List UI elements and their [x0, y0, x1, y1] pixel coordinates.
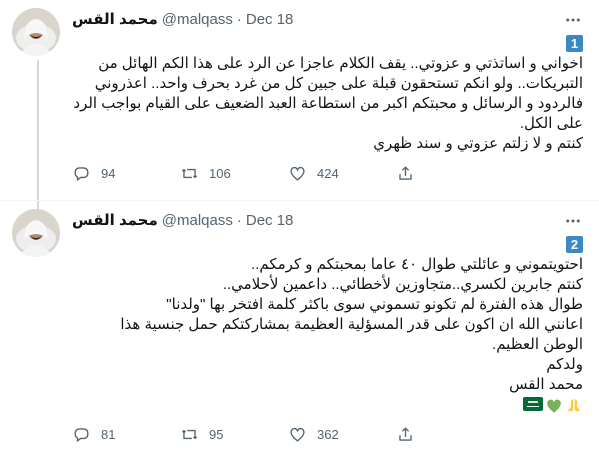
like-button[interactable]: 424 [288, 164, 396, 183]
tweet-line: اعانني الله ان اكون على قدر المسؤلية الع… [120, 316, 583, 333]
tweet-line: الوطن العظيم. [492, 336, 583, 353]
display-name[interactable]: محمد القس [72, 211, 158, 231]
tweet-date[interactable]: Dec 18 [246, 211, 294, 231]
share-button[interactable] [396, 425, 425, 444]
handle[interactable]: @malqass [162, 211, 233, 231]
emoji-row [72, 397, 583, 415]
like-count: 362 [317, 427, 339, 442]
separator-dot: · [236, 212, 242, 229]
share-icon [399, 166, 412, 180]
tweet-line: على الكل. [519, 115, 583, 132]
tweet-line: طوال هذه الفترة لم تكونو تسموني سوى باكث… [166, 296, 583, 313]
avatar[interactable] [12, 209, 60, 257]
flag-icon [523, 397, 543, 411]
folded-hands-icon [567, 399, 581, 414]
reply-count: 81 [101, 427, 116, 442]
tweet-line: كنتم و لا زلتم عزوتي و سند ظهري [373, 135, 583, 152]
tweet-1[interactable]: محمد القس @malqass · Dec 18 1 اخواني و ا… [0, 0, 599, 210]
handle[interactable]: @malqass [162, 10, 233, 30]
heart-icon [290, 166, 305, 181]
action-bar: 81 95 362 [72, 425, 583, 444]
tweet-line: التبريكات.. ولو انكم تستحقون قبلة على جب… [94, 75, 583, 92]
tweet-header: محمد القس @malqass · Dec 18 [72, 211, 583, 231]
retweet-count: 95 [209, 427, 224, 442]
retweet-button[interactable]: 106 [180, 164, 288, 183]
tweet-text: 2 احتويتموني و عائلتي طوال ٤٠ عاما بمحبت… [72, 235, 583, 415]
reply-button[interactable]: 81 [72, 425, 180, 444]
tweet-header: محمد القس @malqass · Dec 18 [72, 10, 583, 30]
keycap-number-badge: 2 [566, 236, 583, 253]
action-bar: 94 106 424 [72, 164, 583, 183]
keycap-number-badge: 1 [566, 35, 583, 52]
green-heart-icon [547, 399, 561, 413]
like-button[interactable]: 362 [288, 425, 396, 444]
tweet-line: احتويتموني و عائلتي طوال ٤٠ عاما بمحبتكم… [251, 256, 583, 273]
tweet-line: محمد القس [509, 376, 583, 393]
tweet-line: فالردود و الرسائل و محبتكم اكبر من استطا… [73, 95, 583, 112]
reply-icon [74, 167, 89, 182]
tweet-2[interactable]: محمد القس @malqass · Dec 18 2 احتويتموني… [0, 200, 599, 454]
share-icon [399, 427, 412, 441]
separator-dot: · [236, 11, 242, 28]
retweet-button[interactable]: 95 [180, 425, 288, 444]
reply-icon [74, 428, 89, 443]
reply-button[interactable]: 94 [72, 164, 180, 183]
thread-connector [37, 60, 39, 210]
tweet-line: كنتم جابرين لكسري..متجاوزين لأخطائي.. دا… [222, 276, 583, 293]
like-count: 424 [317, 166, 339, 181]
tweet-line: ولدكم [546, 356, 583, 373]
tweet-date[interactable]: Dec 18 [246, 10, 294, 30]
avatar[interactable] [12, 8, 60, 56]
retweet-count: 106 [209, 166, 231, 181]
reply-count: 94 [101, 166, 116, 181]
retweet-icon [181, 168, 198, 179]
retweet-icon [181, 429, 198, 440]
display-name[interactable]: محمد القس [72, 10, 158, 30]
share-button[interactable] [396, 164, 425, 183]
tweet-text: 1 اخواني و اساتذتي و عزوتي.. يقف الكلام … [72, 34, 583, 154]
tweet-line: اخواني و اساتذتي و عزوتي.. يقف الكلام عا… [98, 55, 583, 72]
more-options-icon[interactable] [563, 10, 583, 30]
heart-icon [290, 427, 305, 442]
more-options-icon[interactable] [563, 211, 583, 231]
